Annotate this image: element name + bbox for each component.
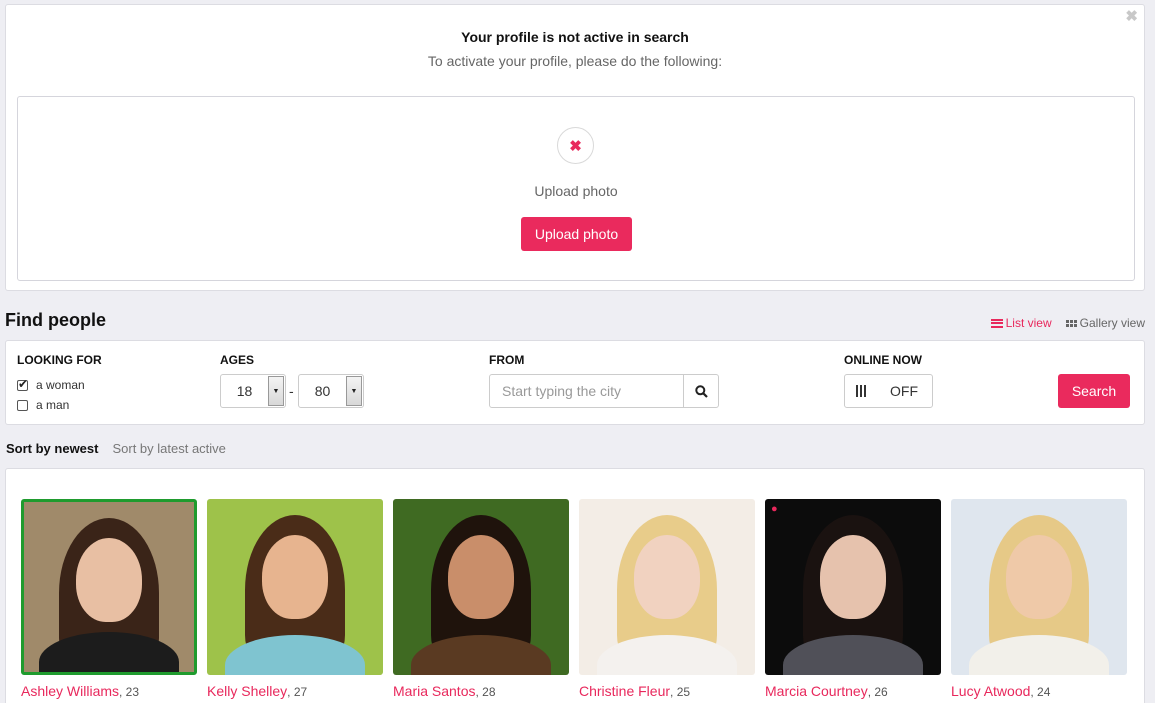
- profile-card[interactable]: ● Marcia Courtney, 26: [765, 499, 941, 699]
- step-status-circle: ✖: [557, 127, 594, 164]
- city-input[interactable]: [490, 375, 683, 407]
- location-pin-icon: ●: [771, 503, 778, 515]
- page-title: Find people: [5, 310, 106, 330]
- profile-photo[interactable]: [207, 499, 383, 675]
- profile-card[interactable]: Kelly Shelley, 27: [207, 499, 383, 699]
- age-min-select[interactable]: 18 ▼: [220, 374, 286, 408]
- profile-name-link[interactable]: Kelly Shelley: [207, 683, 287, 699]
- grid-icon: [1065, 319, 1077, 327]
- gallery-view-link[interactable]: Gallery view: [1065, 316, 1145, 330]
- profile-age: , 23: [119, 685, 140, 699]
- online-now-label: ONLINE NOW: [844, 353, 922, 367]
- profile-card[interactable]: Christine Fleur, 25: [579, 499, 755, 699]
- profile-card[interactable]: Maria Santos, 28: [393, 499, 569, 699]
- age-max-value: 80: [314, 383, 331, 399]
- ages-label: AGES: [220, 353, 255, 367]
- profile-photo[interactable]: ●: [765, 499, 941, 675]
- list-view-label: List view: [1005, 316, 1052, 330]
- age-separator: -: [289, 383, 294, 399]
- checkbox-checked[interactable]: [17, 377, 28, 391]
- profile-inactive-notice: ✖ Your profile is not active in search T…: [5, 4, 1145, 291]
- profile-photo[interactable]: [951, 499, 1127, 675]
- profile-name-link[interactable]: Lucy Atwood: [951, 683, 1030, 699]
- profile-caption: Christine Fleur, 25: [579, 683, 755, 699]
- profile-caption: Ashley Williams, 23: [21, 683, 197, 699]
- search-button[interactable]: Search: [1058, 374, 1130, 408]
- city-search-button[interactable]: [683, 375, 718, 407]
- checkbox-man-label: a man: [36, 398, 70, 412]
- profile-name-link[interactable]: Ashley Williams: [21, 683, 119, 699]
- list-icon: [990, 318, 1003, 328]
- profile-age: , 25: [670, 685, 691, 699]
- profile-caption: Lucy Atwood, 24: [951, 683, 1127, 699]
- profile-name-link[interactable]: Maria Santos: [393, 683, 475, 699]
- profile-age: , 28: [475, 685, 496, 699]
- profile-card[interactable]: Ashley Williams, 23: [21, 499, 197, 699]
- sort-by-latest-active[interactable]: Sort by latest active: [112, 441, 225, 456]
- toggle-state: OFF: [890, 383, 918, 399]
- gallery-view-label: Gallery view: [1079, 316, 1145, 330]
- profile-name-link[interactable]: Marcia Courtney: [765, 683, 868, 699]
- view-switcher: List view Gallery view: [990, 316, 1145, 330]
- age-max-select[interactable]: 80 ▼: [298, 374, 364, 408]
- search-icon: [694, 384, 708, 398]
- city-search-field: [489, 374, 719, 408]
- notice-title: Your profile is not active in search: [461, 29, 689, 45]
- step-label: Upload photo: [534, 183, 618, 199]
- looking-for-label: LOOKING FOR: [17, 353, 102, 367]
- profile-photo[interactable]: [393, 499, 569, 675]
- list-view-link[interactable]: List view: [990, 316, 1052, 330]
- online-now-toggle[interactable]: OFF: [844, 374, 933, 408]
- checkbox-woman[interactable]: a woman: [17, 377, 85, 392]
- profile-photo[interactable]: [21, 499, 197, 675]
- profile-name-link[interactable]: Christine Fleur: [579, 683, 670, 699]
- profile-caption: Marcia Courtney, 26: [765, 683, 941, 699]
- profile-caption: Kelly Shelley, 27: [207, 683, 383, 699]
- activation-step-box: ✖ Upload photo Upload photo: [17, 96, 1135, 281]
- age-min-value: 18: [236, 383, 253, 399]
- close-icon[interactable]: ✖: [1125, 7, 1138, 25]
- chevron-down-icon[interactable]: ▼: [268, 376, 284, 406]
- results-grid: Ashley Williams, 23 Kelly Shelley, 27 Mari…: [5, 468, 1145, 703]
- upload-photo-button[interactable]: Upload photo: [521, 217, 632, 251]
- cross-icon: ✖: [569, 137, 582, 155]
- search-filters: LOOKING FOR a woman a man AGES 18 ▼ - 80…: [5, 340, 1145, 425]
- from-label: FROM: [489, 353, 525, 367]
- checkbox-unchecked[interactable]: [17, 399, 28, 411]
- profile-photo[interactable]: [579, 499, 755, 675]
- notice-subtitle: To activate your profile, please do the …: [427, 53, 723, 69]
- chevron-down-icon[interactable]: ▼: [346, 376, 362, 406]
- profile-age: , 24: [1030, 685, 1051, 699]
- toggle-handle-icon: [856, 385, 866, 397]
- profile-age: , 26: [867, 685, 888, 699]
- profile-card[interactable]: Lucy Atwood, 24: [951, 499, 1127, 699]
- profile-caption: Maria Santos, 28: [393, 683, 569, 699]
- sort-by-newest[interactable]: Sort by newest: [6, 441, 98, 456]
- checkbox-woman-label: a woman: [36, 378, 85, 392]
- profile-age: , 27: [287, 685, 308, 699]
- checkbox-man[interactable]: a man: [17, 398, 69, 412]
- sort-options: Sort by newest Sort by latest active: [6, 441, 226, 456]
